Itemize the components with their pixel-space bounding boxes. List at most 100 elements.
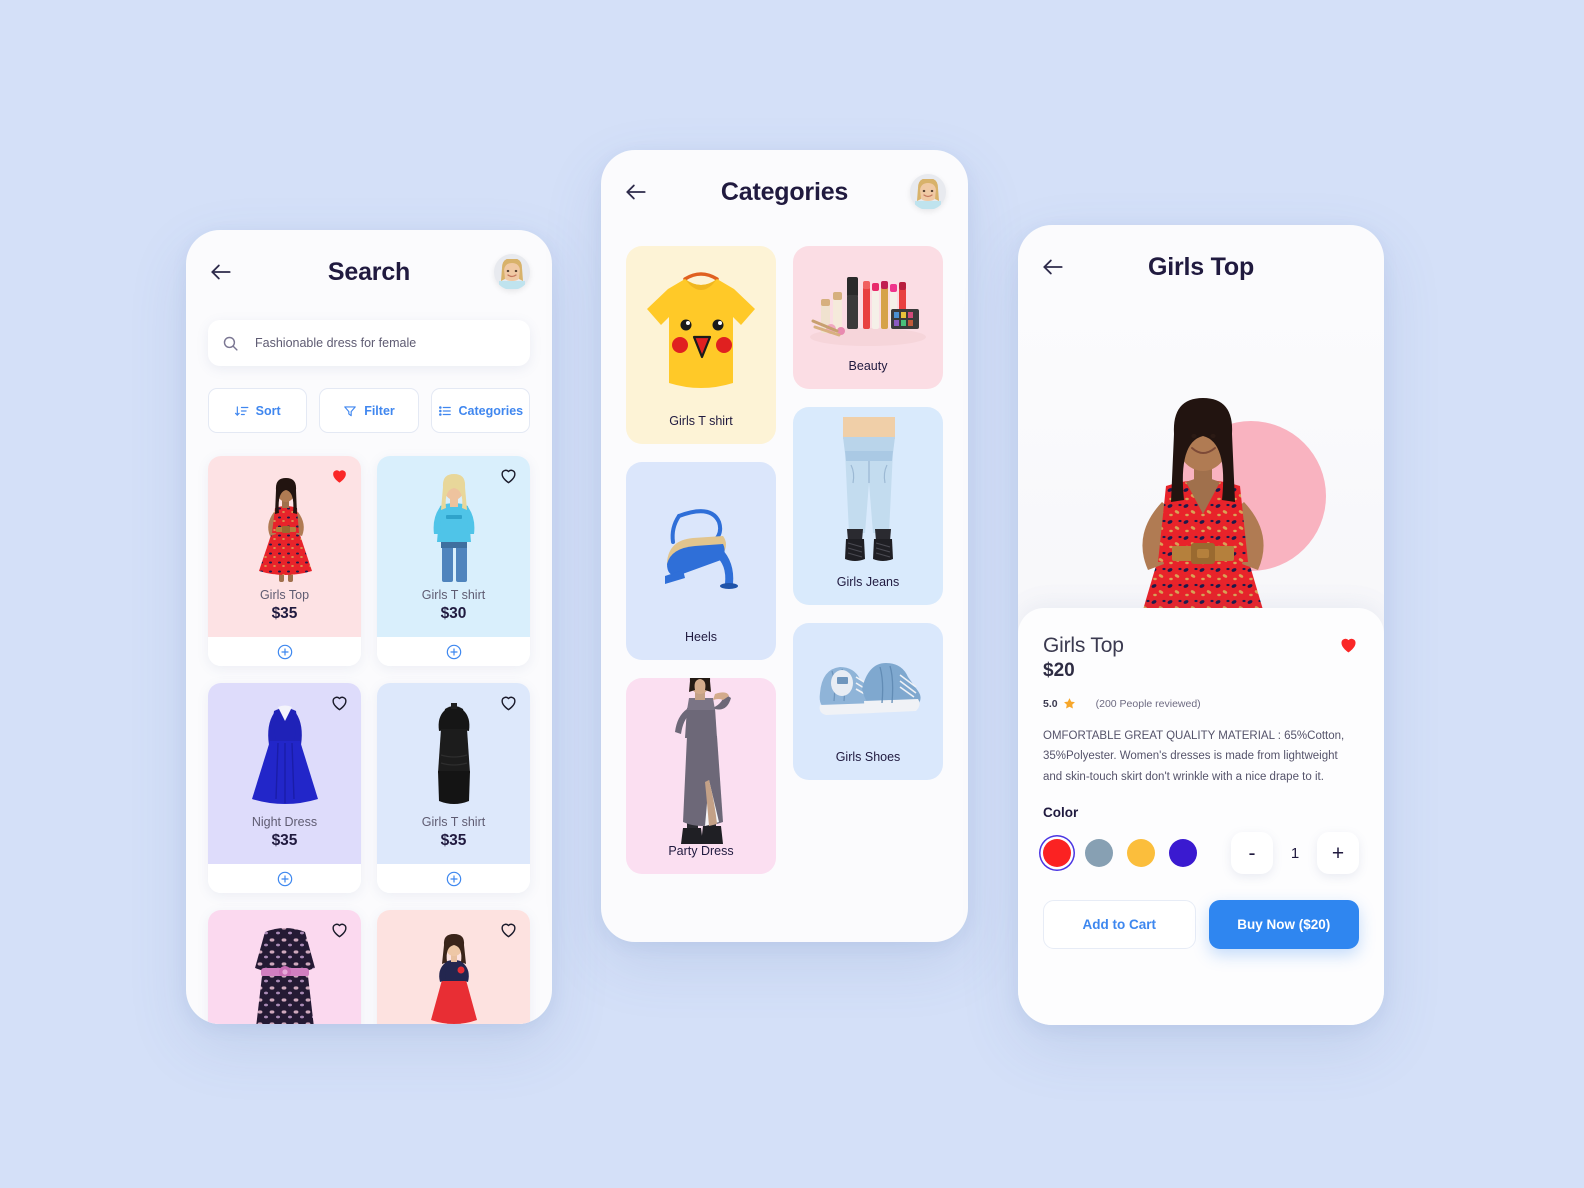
add-to-cart-row [377, 637, 530, 666]
buy-now-button[interactable]: Buy Now ($20) [1208, 900, 1359, 950]
product-price: $20 [1043, 660, 1075, 681]
category-card[interactable]: Girls T shirt [626, 246, 776, 444]
avatar[interactable] [494, 254, 530, 290]
list-icon [438, 405, 451, 416]
sort-icon [234, 405, 249, 416]
heart-outline-icon[interactable] [499, 693, 518, 712]
quantity-stepper: - 1 + [1231, 832, 1359, 875]
category-label: Beauty [848, 359, 888, 373]
detail-header: Girls Top [1018, 225, 1384, 309]
avatar-face [915, 179, 941, 210]
add-to-cart-row [208, 864, 361, 893]
product-title-row: Girls Top $20 [1043, 634, 1359, 682]
sort-button[interactable]: Sort [208, 388, 308, 433]
product-price: $30 [440, 605, 467, 622]
canvas: Search Sort [0, 0, 1584, 1188]
category-art [793, 246, 943, 359]
plus-circle-icon[interactable] [277, 644, 293, 660]
sort-label: Sort [255, 403, 281, 418]
product-card[interactable]: Girls T shirt $30 [377, 456, 530, 666]
product-name: Girls Top [1043, 634, 1124, 657]
color-label: Color [1043, 805, 1079, 821]
category-card[interactable]: Party Dress [626, 678, 776, 874]
phone-screen-product-detail: Girls Top Girls Top $20 5.0 (200 People … [1018, 225, 1384, 1025]
category-art [793, 407, 943, 575]
search-input[interactable] [255, 336, 516, 350]
category-label: Girls T shirt [669, 414, 733, 428]
category-card[interactable]: Beauty [793, 246, 943, 389]
category-label: Heels [685, 630, 717, 644]
search-header: Search [186, 230, 552, 314]
color-swatch-indigo[interactable] [1169, 839, 1197, 868]
add-to-cart-button[interactable]: Add to Cart [1043, 900, 1196, 950]
color-swatch-red[interactable] [1043, 839, 1071, 868]
category-label: Girls Jeans [836, 575, 900, 589]
product-grid: Girls Top $35 Girls T shirt $30 Night Dr… [208, 456, 530, 1024]
category-art [626, 462, 776, 630]
product-thumbnail: Girls Top $35 [208, 456, 361, 637]
product-detail-sheet: Girls Top $20 5.0 (200 People reviewed) … [1018, 608, 1384, 1025]
category-art [626, 678, 776, 844]
filter-toolbar: Sort Filter Categories [208, 388, 530, 433]
heart-filled-icon[interactable] [1338, 634, 1359, 655]
product-description: OMFORTABLE GREAT QUALITY MATERIAL : 65%C… [1043, 730, 1345, 783]
product-card[interactable]: Girls T shirt $35 [377, 683, 530, 893]
quantity-increase-button[interactable]: + [1317, 832, 1359, 875]
product-thumbnail [377, 910, 530, 1024]
product-card[interactable] [208, 910, 361, 1024]
quantity-value: 1 [1290, 844, 1300, 862]
categories-label: Categories [458, 403, 524, 418]
rating-row: 5.0 (200 People reviewed) [1043, 697, 1359, 710]
back-arrow-icon[interactable] [208, 259, 234, 285]
color-and-quantity-row: - 1 + [1043, 832, 1359, 875]
product-thumbnail [208, 910, 361, 1024]
filter-button[interactable]: Filter [319, 388, 419, 433]
product-thumbnail: Girls T shirt $30 [377, 456, 530, 637]
avatar[interactable] [910, 174, 946, 210]
category-card[interactable]: Girls Jeans [793, 407, 943, 605]
category-grid: Girls T shirt Heels Party Dress Beauty G… [601, 234, 968, 874]
product-name: Girls T shirt [421, 815, 486, 829]
phone-screen-search: Search Sort [186, 230, 552, 1024]
product-card[interactable]: Girls Top $35 [208, 456, 361, 666]
category-card[interactable]: Girls Shoes [793, 623, 943, 780]
product-thumbnail: Night Dress $35 [208, 683, 361, 864]
quantity-decrease-button[interactable]: - [1231, 832, 1273, 875]
product-name: Night Dress [251, 815, 318, 829]
heart-filled-icon[interactable] [330, 466, 349, 485]
back-arrow-icon[interactable] [623, 179, 649, 205]
star-icon [1063, 698, 1075, 709]
category-column-right: Beauty Girls Jeans Girls Shoes [793, 246, 943, 874]
color-swatch-yellow[interactable] [1127, 839, 1155, 868]
heart-outline-icon[interactable] [330, 693, 349, 712]
heart-outline-icon[interactable] [330, 920, 349, 939]
plus-circle-icon[interactable] [446, 871, 462, 887]
color-swatch-slate[interactable] [1085, 839, 1113, 868]
categories-button[interactable]: Categories [430, 388, 530, 433]
search-icon [223, 336, 238, 351]
product-thumbnail: Girls T shirt $35 [377, 683, 530, 864]
add-to-cart-row [208, 637, 361, 666]
category-label: Girls Shoes [835, 750, 901, 764]
category-label: Party Dress [668, 844, 734, 858]
color-swatches [1043, 839, 1197, 868]
heart-outline-icon[interactable] [499, 466, 518, 485]
review-count: (200 People reviewed) [1095, 697, 1201, 710]
categories-header: Categories [601, 150, 968, 234]
product-card[interactable]: Night Dress $35 [208, 683, 361, 893]
heart-outline-icon[interactable] [499, 920, 518, 939]
back-arrow-icon[interactable] [1040, 254, 1066, 280]
product-name: Girls T shirt [421, 588, 486, 602]
product-price: $35 [271, 832, 298, 849]
product-price: $35 [440, 832, 467, 849]
product-card[interactable] [377, 910, 530, 1024]
cta-row: Add to Cart Buy Now ($20) [1043, 900, 1359, 950]
category-art [626, 246, 776, 414]
filter-icon [344, 405, 357, 416]
product-price: $35 [271, 605, 298, 622]
category-card[interactable]: Heels [626, 462, 776, 660]
plus-circle-icon[interactable] [277, 871, 293, 887]
search-box[interactable] [208, 320, 530, 366]
phone-screen-categories: Categories Girls T shirt Heels Party Dre… [601, 150, 968, 942]
plus-circle-icon[interactable] [446, 644, 462, 660]
